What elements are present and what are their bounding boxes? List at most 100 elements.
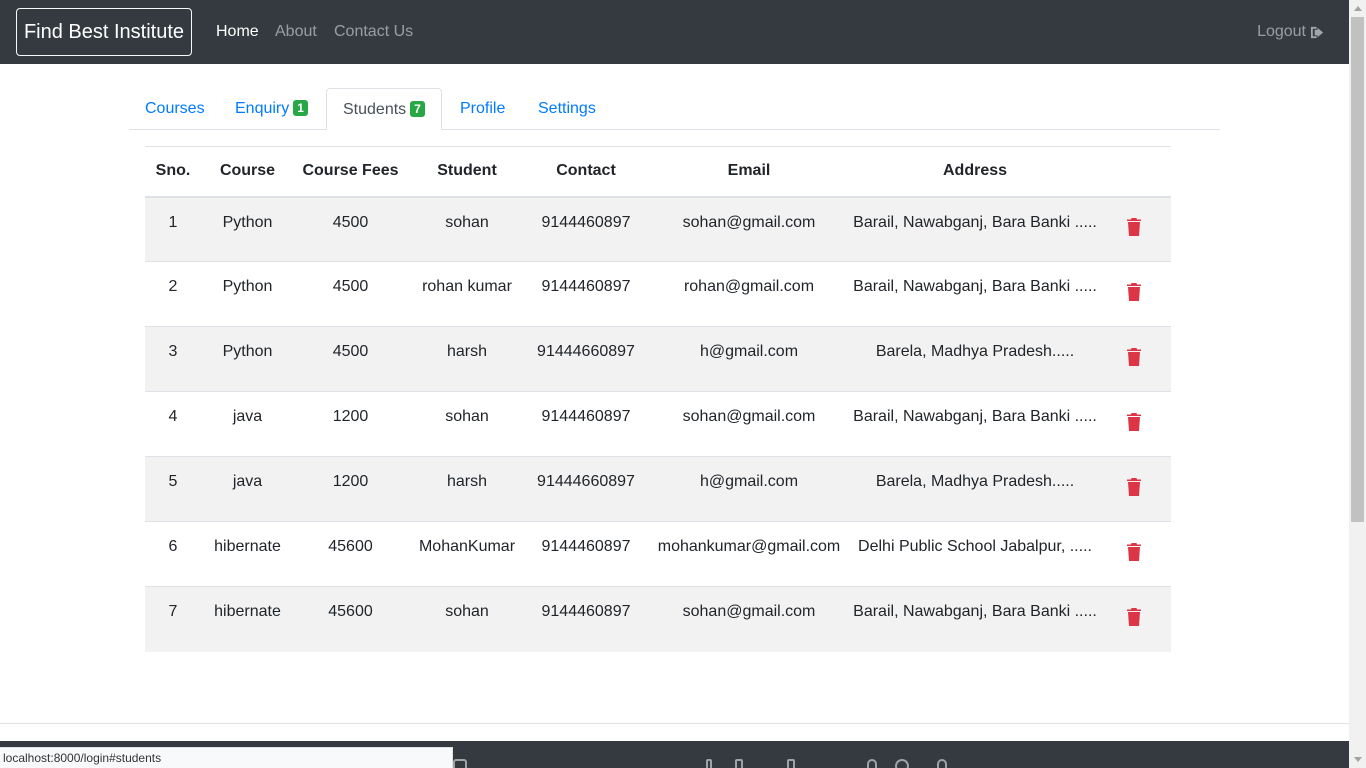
cell-course-fees: 45600 <box>294 521 407 587</box>
cell-contact: 9144460897 <box>527 521 645 587</box>
tab-label: Enquiry <box>235 100 290 117</box>
page-scrollbar[interactable] <box>1349 0 1366 768</box>
twitter-icon[interactable] <box>735 759 743 768</box>
cell-student: harsh <box>407 326 527 392</box>
trash-icon[interactable] <box>1127 412 1141 431</box>
header-email: Email <box>645 146 853 198</box>
cell-course: java <box>201 456 294 522</box>
cell-delete <box>1097 261 1171 327</box>
tab-label: Courses <box>145 100 205 117</box>
table-row: 3 Python 4500 harsh 91444660897 h@gmail.… <box>145 326 1171 392</box>
cell-address: Barela, Madhya Pradesh..... <box>853 456 1097 522</box>
instagram-icon[interactable] <box>453 759 467 768</box>
tab-students[interactable]: Students 7 <box>326 88 442 130</box>
logout-button[interactable]: Logout <box>1257 22 1325 42</box>
header-actions <box>1097 146 1171 198</box>
cell-address: Delhi Public School Jabalpur, ..... <box>853 521 1097 587</box>
table-row: 2 Python 4500 rohan kumar 9144460897 roh… <box>145 261 1171 327</box>
cell-course: java <box>201 391 294 457</box>
cell-course-fees: 4500 <box>294 326 407 392</box>
students-table: Sno. Course Course Fees Student Contact … <box>145 146 1171 652</box>
cell-course: Python <box>201 326 294 392</box>
cell-contact: 91444660897 <box>527 326 645 392</box>
cell-email: sohan@gmail.com <box>645 196 853 262</box>
cell-course: Python <box>201 261 294 327</box>
trash-icon[interactable] <box>1127 542 1141 561</box>
table-row: 7 hibernate 45600 sohan 9144460897 sohan… <box>145 586 1171 652</box>
cell-contact: 9144460897 <box>527 391 645 457</box>
table-row: 1 Python 4500 sohan 9144460897 sohan@gma… <box>145 196 1171 262</box>
tab-profile[interactable]: Profile <box>444 88 521 130</box>
cell-sno: 4 <box>145 391 201 457</box>
facebook-icon[interactable] <box>787 759 795 768</box>
tab-settings[interactable]: Settings <box>522 88 612 130</box>
linkedin-icon[interactable] <box>706 759 712 768</box>
cell-student: harsh <box>407 456 527 522</box>
cell-sno: 2 <box>145 261 201 327</box>
tab-label: Profile <box>460 100 506 117</box>
cell-address: Barail, Nawabganj, Bara Banki ..... <box>853 196 1097 262</box>
cell-course-fees: 4500 <box>294 261 407 327</box>
trash-icon[interactable] <box>1127 477 1141 496</box>
trash-icon[interactable] <box>1127 347 1141 366</box>
enquiry-count-badge: 1 <box>293 100 308 116</box>
header-address: Address <box>853 146 1097 198</box>
cell-contact: 9144460897 <box>527 196 645 262</box>
cell-course-fees: 4500 <box>294 196 407 262</box>
google-icon[interactable] <box>867 759 877 768</box>
logout-label: Logout <box>1257 23 1306 40</box>
trash-icon[interactable] <box>1127 282 1141 301</box>
cell-email: sohan@gmail.com <box>645 391 853 457</box>
cell-student: sohan <box>407 391 527 457</box>
cell-student: rohan kumar <box>407 261 527 327</box>
cell-contact: 9144460897 <box>527 261 645 327</box>
cell-delete <box>1097 391 1171 457</box>
cell-contact: 9144460897 <box>527 586 645 652</box>
sign-out-icon <box>1310 26 1324 38</box>
scroll-down-arrow-icon[interactable] <box>1349 751 1366 768</box>
cell-student: sohan <box>407 586 527 652</box>
brand-logo[interactable]: Find Best Institute <box>16 8 192 56</box>
cell-course-fees: 1200 <box>294 391 407 457</box>
cell-student: sohan <box>407 196 527 262</box>
tab-label: Settings <box>538 100 596 117</box>
header-student: Student <box>407 146 527 198</box>
table-header-row: Sno. Course Course Fees Student Contact … <box>145 146 1171 198</box>
cell-delete <box>1097 456 1171 522</box>
cell-sno: 3 <box>145 326 201 392</box>
header-contact: Contact <box>527 146 645 198</box>
cell-email: rohan@gmail.com <box>645 261 853 327</box>
cell-student: MohanKumar <box>407 521 527 587</box>
user-icon[interactable] <box>937 759 947 768</box>
cell-delete <box>1097 521 1171 587</box>
cell-email: h@gmail.com <box>645 456 853 522</box>
cell-sno: 6 <box>145 521 201 587</box>
scroll-up-arrow-icon[interactable] <box>1349 0 1366 17</box>
cell-delete <box>1097 196 1171 262</box>
tab-enquiry[interactable]: Enquiry 1 <box>219 88 324 130</box>
status-bar-url: localhost:8000/login#students <box>0 747 453 768</box>
cell-sno: 7 <box>145 586 201 652</box>
cell-sno: 5 <box>145 456 201 522</box>
table-row: 5 java 1200 harsh 91444660897 h@gmail.co… <box>145 456 1171 522</box>
nav-link-home[interactable]: Home <box>216 22 259 42</box>
tab-courses[interactable]: Courses <box>129 88 221 130</box>
header-course-fees: Course Fees <box>294 146 407 198</box>
nav-link-about[interactable]: About <box>275 22 317 42</box>
students-count-badge: 7 <box>410 101 425 117</box>
github-icon[interactable] <box>895 759 909 768</box>
scrollbar-thumb[interactable] <box>1351 17 1364 522</box>
cell-address: Barail, Nawabganj, Bara Banki ..... <box>853 261 1097 327</box>
trash-icon[interactable] <box>1127 217 1141 236</box>
cell-course-fees: 1200 <box>294 456 407 522</box>
nav-link-contact[interactable]: Contact Us <box>334 22 413 42</box>
cell-sno: 1 <box>145 196 201 262</box>
header-sno: Sno. <box>145 146 201 198</box>
cell-email: mohankumar@gmail.com <box>645 521 853 587</box>
cell-course: hibernate <box>201 521 294 587</box>
cell-email: h@gmail.com <box>645 326 853 392</box>
header-course: Course <box>201 146 294 198</box>
trash-icon[interactable] <box>1127 607 1141 626</box>
cell-address: Barela, Madhya Pradesh..... <box>853 326 1097 392</box>
cell-email: sohan@gmail.com <box>645 586 853 652</box>
